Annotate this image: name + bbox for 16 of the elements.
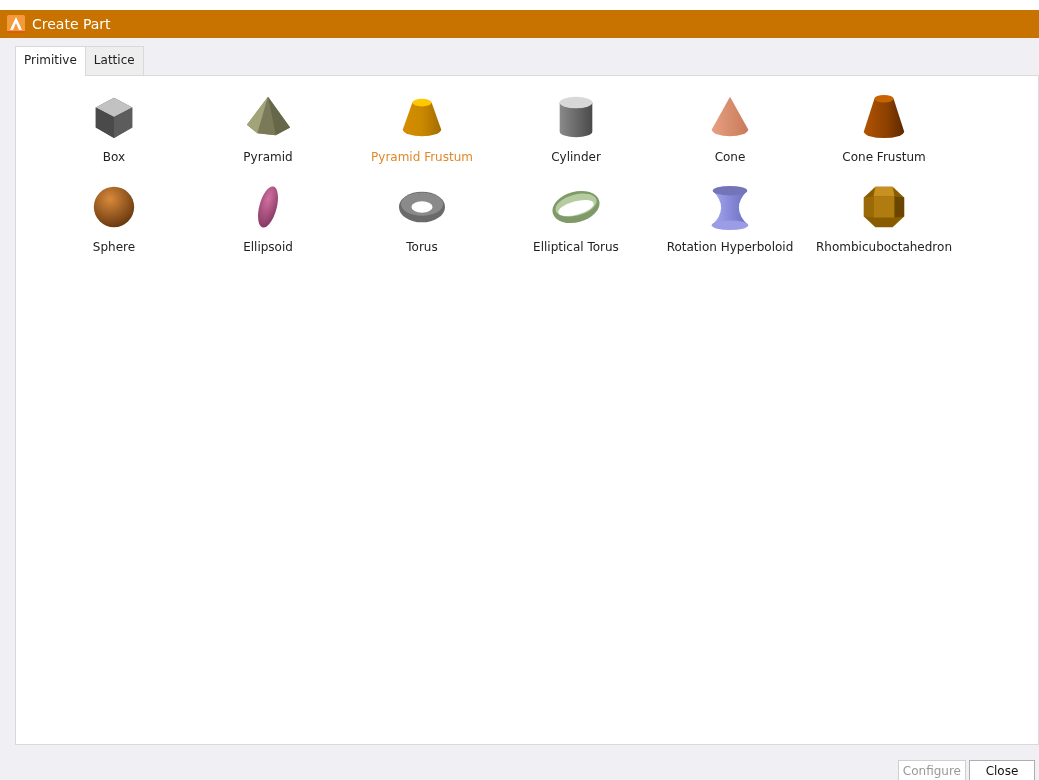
- dialog-button[interactable]: Close: [969, 760, 1035, 780]
- tab[interactable]: Lattice: [84, 46, 144, 75]
- window-title: Create Part: [32, 14, 111, 34]
- shape-label[interactable]: Box: [102, 148, 126, 166]
- shape-label[interactable]: Rhombicuboctahedron: [816, 238, 952, 256]
- app-logo-icon: [6, 14, 26, 34]
- shape-label[interactable]: Elliptical Torus: [533, 238, 619, 256]
- shape-label[interactable]: Pyramid: [243, 148, 293, 166]
- shape-label[interactable]: Rotation Hyperboloid: [666, 238, 794, 256]
- tab[interactable]: Primitive: [15, 46, 86, 76]
- shape-label[interactable]: Cone Frustum: [842, 148, 926, 166]
- shape-label[interactable]: Cone: [714, 148, 746, 166]
- shape-label[interactable]: Torus: [406, 238, 438, 256]
- shape-label[interactable]: Ellipsoid: [243, 238, 293, 256]
- shape-label[interactable]: Cylinder: [551, 148, 601, 166]
- shape-label[interactable]: Sphere: [92, 238, 136, 256]
